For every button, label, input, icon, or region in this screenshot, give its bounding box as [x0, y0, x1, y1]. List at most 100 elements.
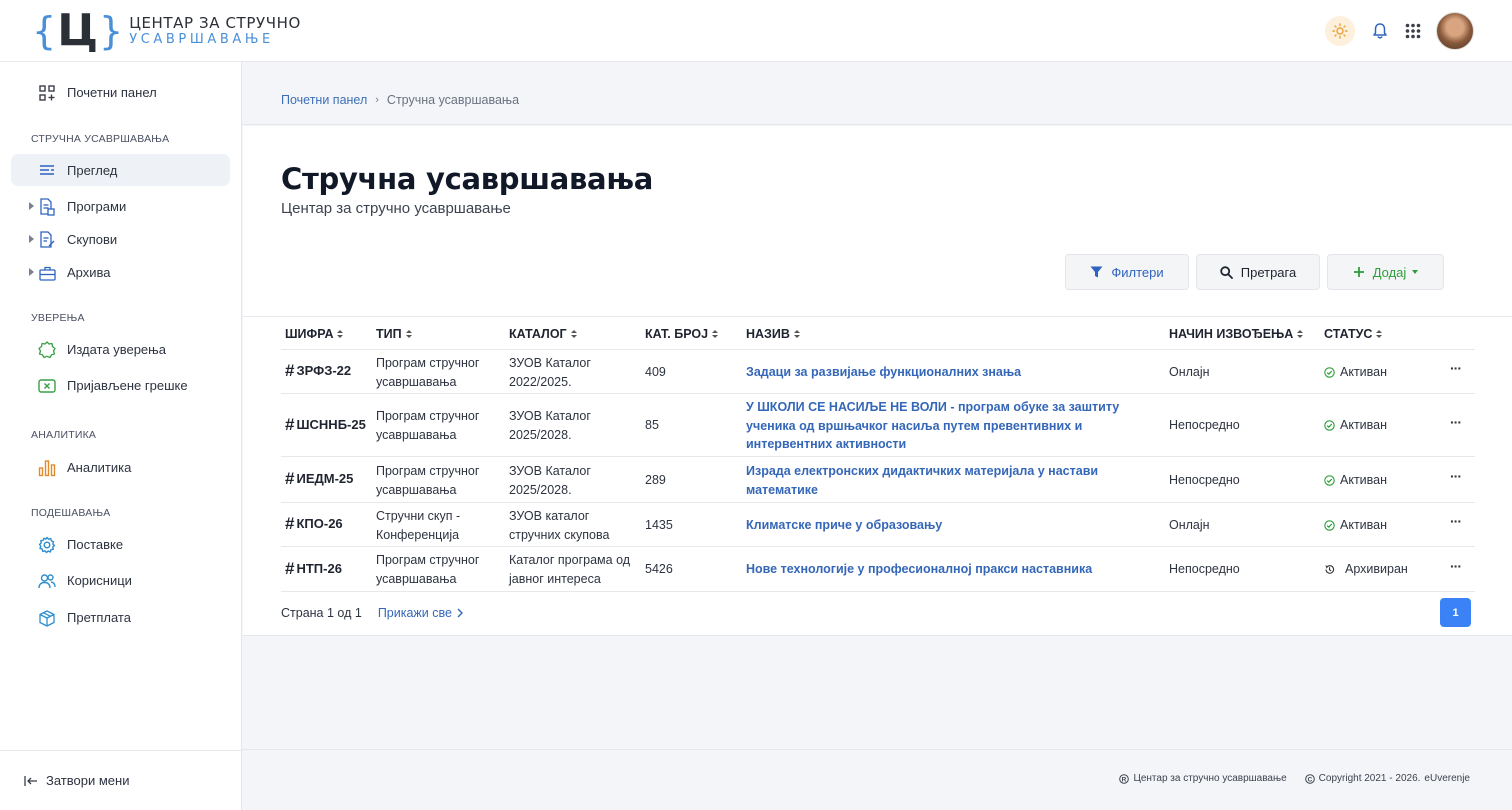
collapse-left-icon: [24, 775, 37, 786]
header-actions: [1325, 12, 1474, 50]
row-name-link-line: ученика од вршњачког насиља путем превен…: [746, 418, 1083, 433]
row-name-link[interactable]: Задаци за развијање функционалних знања: [746, 363, 1021, 382]
table-row[interactable]: # КПО-26 Стручни скуп - Конференција ЗУОВ ка…: [243, 503, 1512, 547]
row-more-menu-icon[interactable]: ···: [1450, 513, 1462, 529]
bell-icon: [1373, 23, 1387, 39]
apps-grid-icon: [1405, 23, 1421, 39]
sidebar-item-gatherings[interactable]: Скупови: [11, 223, 230, 255]
row-status-label: Активан: [1340, 473, 1388, 487]
sidebar-item-overview[interactable]: Преглед: [11, 154, 230, 186]
notifications-button[interactable]: [1365, 16, 1395, 46]
table-row[interactable]: # ШСННБ-25 Програм стручног усавршавања ЗУОВ…: [243, 394, 1512, 457]
search-button-label: Претрага: [1240, 264, 1297, 280]
footer-org-label: Центар за стручно усавршавање: [1133, 773, 1287, 784]
row-catalog-line: Каталог програма од: [509, 553, 631, 567]
row-status: Активан: [1324, 416, 1387, 435]
sidebar-item-analytics[interactable]: Аналитика: [11, 451, 230, 483]
page-1-button[interactable]: 1: [1440, 598, 1471, 627]
apps-button[interactable]: [1398, 16, 1428, 46]
column-header-cat-no[interactable]: КАТ. БРОЈ: [645, 327, 719, 341]
close-menu-button[interactable]: Затвори мени: [24, 773, 129, 788]
add-button[interactable]: Додај: [1327, 254, 1444, 290]
row-more-menu-icon[interactable]: ···: [1450, 414, 1462, 430]
filter-icon: [1090, 266, 1103, 278]
row-type-line: усавршавања: [376, 482, 457, 497]
logo[interactable]: { Ц } ЦЕНТАР ЗА СТРУЧНО УСАВРШАВАЊЕ: [32, 8, 301, 54]
theme-toggle-button[interactable]: [1325, 16, 1355, 46]
row-type-line: Конференција: [376, 527, 460, 542]
row-more-menu-icon[interactable]: ···: [1450, 468, 1462, 484]
row-name-link[interactable]: У ШКОЛИ СЕ НАСИЉЕ НЕ ВОЛИ - програм обук…: [746, 398, 1119, 454]
sidebar-item-label: Корисници: [67, 572, 132, 588]
svg-text:R: R: [1122, 776, 1127, 783]
row-code-label: ШСННБ-25: [296, 417, 366, 432]
row-name-link-line: Нове технологије у професионалној пракси…: [746, 562, 1093, 576]
column-header-label: НАЧИН ИЗВОЂЕЊА: [1169, 327, 1294, 341]
page-title: Стручна усавршавања: [281, 162, 654, 196]
column-header-mode[interactable]: НАЧИН ИЗВОЂЕЊА: [1169, 327, 1304, 341]
sidebar-item-subscription[interactable]: Претплата: [11, 601, 230, 633]
expand-caret-icon[interactable]: [29, 268, 34, 276]
sidebar-item-users[interactable]: Корисници: [11, 564, 230, 596]
footer-brand: eUverenje: [1424, 773, 1470, 784]
sidebar-item-reported-errors[interactable]: Пријављене грешке: [11, 369, 230, 401]
column-header-label: ШИФРА: [285, 327, 334, 341]
row-catalog: ЗУОВ Каталог 2025/2028.: [509, 462, 591, 499]
row-catalog: Каталог програма од јавног интереса: [509, 551, 630, 588]
column-header-code[interactable]: ШИФРА: [285, 327, 344, 341]
sidebar-item-programs[interactable]: Програми: [11, 190, 230, 222]
section-analytics: АНАЛИТИКА: [31, 429, 97, 441]
row-type-line: усавршавања: [376, 374, 457, 389]
row-catalog: ЗУОВ Каталог 2025/2028.: [509, 407, 591, 444]
hash-icon: #: [285, 415, 295, 434]
column-header-label: КАТАЛОГ: [509, 327, 567, 341]
expand-caret-icon[interactable]: [29, 235, 34, 243]
search-icon: [1220, 265, 1233, 279]
filters-button-label: Филтери: [1111, 264, 1164, 280]
expand-caret-icon[interactable]: [29, 202, 34, 210]
column-header-type[interactable]: ТИП: [376, 327, 412, 341]
row-type-line: Програм стручног: [376, 409, 480, 423]
logo-mark: { Ц }: [32, 8, 123, 54]
row-catalog-line: 2025/2028.: [509, 427, 572, 442]
row-name-link[interactable]: Нове технологије у професионалној пракси…: [746, 560, 1092, 579]
sidebar-item-label: Издата уверења: [67, 341, 166, 357]
table-row[interactable]: # НТП-26 Програм стручног усавршавања Катало…: [243, 547, 1512, 592]
table-row[interactable]: # ЗРФЗ-22 Програм стручног усавршавања ЗУОВ …: [243, 350, 1512, 394]
logo-brace-left: {: [32, 9, 57, 53]
row-name-link-line: Климатске приче у образовању: [746, 518, 943, 532]
show-all-link[interactable]: Прикажи све: [378, 606, 464, 620]
row-name-link-line: Израда електронских дидактичких материја…: [746, 464, 1099, 478]
row-more-menu-icon[interactable]: ···: [1450, 558, 1462, 574]
sidebar-item-issued-certificates[interactable]: Издата уверења: [11, 333, 230, 365]
row-catalog-line: ЗУОВ каталог: [509, 509, 590, 523]
column-header-catalog[interactable]: КАТАЛОГ: [509, 327, 577, 341]
table-top-divider: [243, 316, 1512, 317]
row-name-link[interactable]: Израда електронских дидактичких материја…: [746, 462, 1098, 499]
sidebar-item-home[interactable]: Почетни панел: [11, 76, 230, 108]
user-avatar[interactable]: [1436, 12, 1474, 50]
breadcrumb-current: Стручна усавршавања: [386, 93, 520, 107]
sidebar-item-settings[interactable]: Поставке: [11, 528, 230, 560]
table-row[interactable]: # ИЕДМ-25 Програм стручног усавршавања ЗУОВ …: [243, 457, 1512, 503]
row-name-link[interactable]: Климатске приче у образовању: [746, 516, 942, 535]
column-header-status[interactable]: СТАТУС: [1324, 327, 1383, 341]
row-catalog: ЗУОВ Каталог 2022/2025.: [509, 354, 591, 391]
sort-icon: [570, 329, 577, 339]
breadcrumb-home-link[interactable]: Почетни панел: [281, 93, 367, 107]
sort-icon: [1297, 329, 1304, 339]
row-name-link-line: математике: [746, 482, 818, 497]
row-code-label: КПО-26: [296, 516, 343, 531]
sort-icon: [712, 329, 719, 339]
sidebar-item-label: Претплата: [67, 609, 131, 625]
filters-button[interactable]: Филтери: [1065, 254, 1189, 290]
row-status-label: Активан: [1340, 518, 1388, 532]
row-more-menu-icon[interactable]: ···: [1450, 360, 1462, 376]
gear-icon: [38, 536, 56, 554]
search-button[interactable]: Претрага: [1196, 254, 1320, 290]
row-divider: [281, 591, 1475, 592]
sidebar-item-archive[interactable]: Архива: [11, 256, 230, 288]
document-edit-icon: [38, 231, 56, 249]
sidebar-footer: Затвори мени: [0, 750, 241, 810]
column-header-name[interactable]: НАЗИВ: [746, 327, 800, 341]
